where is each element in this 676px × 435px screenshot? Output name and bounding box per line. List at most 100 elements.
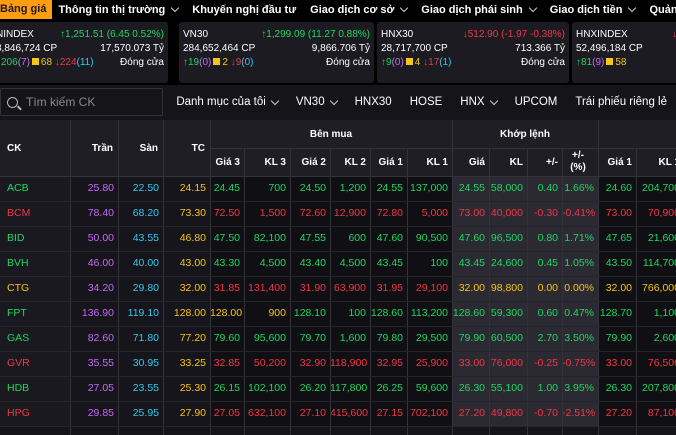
index-value-text: 1,251.51 (6.45 0.52%) [65,29,164,40]
cell-f: 29.80 [118,276,163,301]
cell-b3: 31.85 [210,276,244,301]
table-row[interactable]: GAS 82.60 71.80 77.20 79.60 95,600 79.70 1,600 7… [0,326,676,351]
cell-mp: 73.00 [452,201,489,226]
cell-f: 25.95 [118,401,163,426]
unchanged-count: 68 [40,57,53,68]
cell-v1: 702,100 [407,401,452,426]
column-header-v2[interactable]: KL 2 [330,148,370,176]
column-header-v3[interactable]: KL 3 [244,148,290,176]
index-card[interactable]: HNX30 ↓512.90 (-1.97 -0.38%) 28,717,700 CP… [377,22,569,83]
nav-tab-price-board[interactable]: Bảng giá [0,0,53,19]
column-header-chg[interactable]: +/- [527,148,562,176]
filter-tab[interactable]: Trái phiếu riêng lẻ [566,96,676,108]
nav-cash[interactable]: Giao dịch tiền [544,4,644,16]
cell-c: 50.00 [70,226,118,251]
filter-tab[interactable]: VN30 [287,96,346,108]
grid-divider [0,276,676,277]
filter-tab-label: Trái phiếu riêng lẻ [575,96,667,108]
nav-market-info[interactable]: Thông tin thị trường [52,4,186,16]
cell-pct: 3.50% [562,326,598,351]
cell-s1: 26.30 [598,376,636,401]
grid-divider [407,148,408,435]
column-header-mp[interactable]: Giá [452,148,489,176]
price-board-table: Bên mua Khớp lệnh CK Trần Sàn TC Giá 3 KL 3 Giá … [0,120,676,435]
filter-tab[interactable]: HNX30 [346,96,401,108]
column-header-mv[interactable]: KL [489,148,527,176]
table-row[interactable]: BID 50.00 43.55 46.80 47.50 82,100 47.55 600 47.… [0,226,676,251]
nav-investment-advice[interactable]: Khuyến nghị đầu tư [186,4,304,16]
index-card[interactable]: VN30 ↑1,299.09 (11.27 0.88%) 284,652,464 C… [179,22,374,83]
table-row[interactable]: FPT 136.90 119.10 128.00 128.00 900 128.10 100 1… [0,301,676,326]
table-row[interactable]: HDB 27.05 23.55 25.30 26.15 102,100 26.20 117,8… [0,376,676,401]
index-amount: 9,866.706 Tỷ [311,43,370,54]
column-header-sym[interactable]: CK [0,120,70,176]
index-name: VN30 [183,29,209,40]
column-header-sv1[interactable]: KL 1 [636,148,676,176]
floor-count: (1) [439,57,452,68]
floor-count: (11) [76,57,94,68]
cell-sym: HPG [0,401,70,426]
index-card[interactable]: NINDEX ↑1,251.51 (6.45 0.52%)8,846,724 CP… [0,22,168,83]
chevron-down-icon [171,3,180,13]
search-input[interactable]: Tìm kiếm CK [0,88,164,116]
cell-b3: 27.05 [210,401,244,426]
nav-account[interactable]: Quản lý tài khoả [643,4,676,16]
column-header-s1[interactable]: Giá 1 [598,148,636,176]
table-row[interactable]: ACB 25.80 22.50 24.15 24.45 700 24.50 1,200 24.5… [0,176,676,201]
decliners-count: 224 [59,57,77,68]
index-card[interactable]: HNXINDEX↓2552,496,184 CP↑81(9)58 [572,22,676,83]
index-card-title-row: HNX30 ↓512.90 (-1.97 -0.38%) [381,28,565,42]
table-row[interactable]: HPG 29.85 25.95 27.90 27.05 632,100 27.10 415,6… [0,401,676,426]
cell-b2: 32.90 [290,351,330,376]
cell-sym: FPT [0,301,70,326]
cell-pct: 3.95% [562,376,598,401]
nav-derivatives[interactable]: Giao dịch phái sinh [415,4,543,16]
index-card-breadth-row: ↑206(7)68 ↓224(11)Đóng cửa [0,56,164,70]
index-name: HNX30 [381,29,414,40]
advancers-count: 19 [188,57,200,68]
column-header-v1[interactable]: KL 1 [407,148,452,176]
table-row[interactable]: BVH 46.00 40.00 43.00 43.30 4,500 43.40 4,500 43… [0,251,676,276]
cell-s1: 43.50 [598,251,636,276]
grid-divider [244,148,245,435]
table-row[interactable]: BCM 78.40 68.20 73.30 72.50 1,500 72.60 12,900 7… [0,201,676,226]
column-header-b3[interactable]: Giá 3 [210,148,244,176]
cell-f: 119.10 [118,301,163,326]
arrow-down-icon: ↓ [227,57,236,68]
table-row[interactable]: CTG 34.20 29.80 32.00 31.85 131,400 31.90 63,90… [0,276,676,301]
column-header-pct[interactable]: +/- (%) [562,148,598,176]
grid-divider [118,120,119,435]
column-header-r[interactable]: TC [163,120,210,176]
cell-pct: 0.00% [562,276,598,301]
search-icon [7,96,18,108]
column-header-f[interactable]: Sàn [118,120,163,176]
cell-sv1: 87,100 [636,401,676,426]
filter-tab[interactable]: HOSE [401,96,452,108]
cell-v1: 5,000 [407,201,452,226]
filter-tab[interactable]: UPCOM [506,96,567,108]
market-status: Đóng cửa [521,57,565,68]
column-header-b1[interactable]: Giá 1 [370,148,407,176]
cell-b2: 43.40 [290,251,330,276]
index-volume: 28,717,700 CP [381,43,448,54]
arrow-down-icon: ↓ [420,57,429,68]
grid-divider [562,148,563,435]
column-header-b2[interactable]: Giá 2 [290,148,330,176]
filter-tab[interactable]: HNX [451,96,505,108]
grid-divider [0,351,676,352]
nav-base-trading[interactable]: Giao dịch cơ sở [304,4,415,16]
cell-s1: 33.00 [598,351,636,376]
cell-chg: 0.80 [527,226,562,251]
column-header-c[interactable]: Trần [70,120,118,176]
cell-b2: 31.90 [290,276,330,301]
table-row[interactable]: GVR 35.55 30.95 33.25 32.85 50,200 32.90 118,90… [0,351,676,376]
cell-b3: 128.00 [210,301,244,326]
grid-divider [290,148,291,435]
cell-v2: 118,900 [330,351,370,376]
cell-b1: 24.55 [370,176,407,201]
cell-chg: 2.70 [527,326,562,351]
group-header-buy: Bên mua [309,128,353,140]
filter-tab[interactable]: Danh mục của tôi [167,96,287,108]
index-breadth: ↑81(9) 58 [576,56,626,70]
cell-v3: 82,100 [244,226,290,251]
